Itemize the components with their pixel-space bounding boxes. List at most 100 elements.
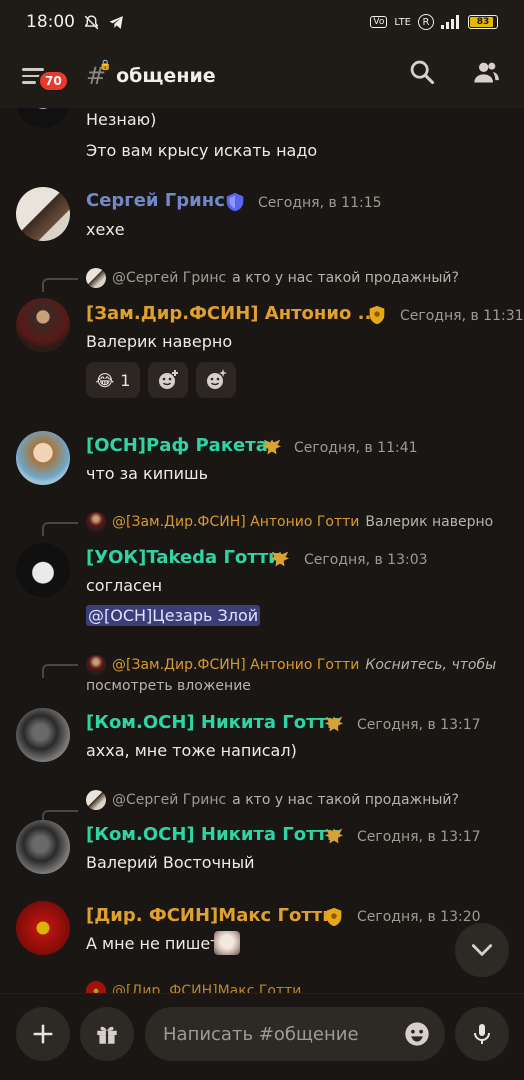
jump-to-bottom-button[interactable] <box>455 923 509 977</box>
timestamp: Сегодня, в 13:03 <box>304 552 428 568</box>
reply-text: а кто у нас такой продажный? <box>232 270 459 286</box>
timestamp: Сегодня, в 13:17 <box>357 829 481 845</box>
gift-button[interactable] <box>80 1007 134 1061</box>
message-text: Валерик наверно <box>86 332 233 351</box>
channel-header: 70 # 🔒 общение <box>0 44 524 108</box>
hash-lock-icon: # 🔒 <box>86 60 112 90</box>
sticker-emoji[interactable] <box>214 931 240 955</box>
username[interactable]: [Ком.ОСН] Никита Готти <box>86 824 340 845</box>
status-icons: Vo LTE R 83 <box>370 14 498 30</box>
emoji-icon[interactable] <box>403 1020 431 1048</box>
unread-badge: 70 <box>38 70 69 92</box>
timestamp: Сегодня, в 11:41 <box>294 440 418 456</box>
telegram-icon <box>109 15 123 29</box>
reply-avatar <box>86 790 106 810</box>
timestamp: Сегодня, в 13:20 <box>357 909 481 925</box>
voice-message-button[interactable] <box>455 1007 509 1061</box>
message-text: Незнаю) <box>86 110 157 129</box>
reaction-chip[interactable]: 😂 1 <box>86 362 140 398</box>
avatar[interactable] <box>16 708 70 762</box>
eagle-role-icon <box>262 439 282 455</box>
reply-preview[interactable]: @[Зам.Дир.ФСИН] Антонио Готти Валерик на… <box>86 512 493 532</box>
gift-icon <box>97 1026 117 1044</box>
message-text: хехе <box>86 220 125 239</box>
status-bar: 18:00 Vo LTE R 83 <box>0 0 524 44</box>
reply-avatar <box>86 512 106 532</box>
reply-avatar <box>86 981 106 993</box>
menu-button[interactable]: 70 <box>22 56 69 96</box>
reply-author: @[Дир. ФСИН]Макс Готти <box>112 983 302 993</box>
timestamp: Сегодня, в 13:17 <box>357 717 481 733</box>
battery-level: 83 <box>476 17 490 27</box>
composer-bar <box>0 993 524 1080</box>
message-text: ахха, мне тоже написал) <box>86 741 297 760</box>
message-text: Это вам крысу искать надо <box>86 141 318 160</box>
reply-preview[interactable]: @Сергей Гринс а кто у нас такой продажны… <box>86 268 459 288</box>
reaction-count: 1 <box>120 370 131 390</box>
volte-icon: Vo <box>370 16 388 28</box>
user-mention[interactable]: @[ОСН]Цезарь Злой <box>86 605 261 626</box>
chevron-down-icon <box>471 944 493 956</box>
reply-text: Коснитесь, чтобы <box>365 657 497 673</box>
reply-connector <box>42 278 78 292</box>
reply-text: а кто у нас такой продажный? <box>232 792 459 808</box>
reply-author: @[Зам.Дир.ФСИН] Антонио Готти <box>112 514 360 530</box>
police-badge-icon <box>326 907 342 927</box>
message-text: А мне не пишет <box>86 934 220 953</box>
reply-text: Валерик наверно <box>365 514 494 530</box>
message-text: согласен <box>86 576 163 595</box>
plus-icon <box>33 1024 53 1044</box>
reply-author: @[Зам.Дир.ФСИН] Антонио Готти <box>112 657 360 673</box>
avatar[interactable] <box>16 298 70 352</box>
avatar[interactable] <box>16 431 70 485</box>
members-icon[interactable] <box>472 58 500 86</box>
username[interactable]: [ОСН]Раф Ракета <box>86 435 268 456</box>
reply-connector <box>42 522 78 536</box>
add-reaction-button[interactable] <box>148 362 188 398</box>
add-super-reaction-button[interactable] <box>196 362 236 398</box>
microphone-icon <box>474 1024 490 1044</box>
reply-preview[interactable]: @[Дир. ФСИН]Макс Готти <box>86 981 301 993</box>
reply-author: @Сергей Гринс <box>112 792 227 808</box>
eagle-role-icon <box>324 716 344 732</box>
message-list[interactable]: Незнаю) Это вам крысу искать надо Сергей… <box>0 108 524 993</box>
clock-text: 18:00 <box>26 12 75 32</box>
avatar[interactable] <box>16 901 70 955</box>
message-text: Валерий Восточный <box>86 853 255 872</box>
reaction-emoji: 😂 <box>95 370 115 390</box>
username[interactable]: [Зам.Дир.ФСИН] Антонио ... <box>86 303 378 324</box>
reply-preview[interactable]: @[Зам.Дир.ФСИН] Антонио Готти Коснитесь,… <box>86 655 496 675</box>
reply-author: @Сергей Гринс <box>112 270 227 286</box>
message-input[interactable] <box>163 1023 393 1045</box>
avatar[interactable] <box>16 820 70 874</box>
username[interactable]: Сергей Гринс <box>86 190 225 211</box>
eagle-role-icon <box>324 828 344 844</box>
timestamp: Сегодня, в 11:15 <box>258 195 382 211</box>
channel-title[interactable]: общение <box>116 65 216 87</box>
reply-connector <box>42 664 78 678</box>
reply-preview[interactable]: @Сергей Гринс а кто у нас такой продажны… <box>86 790 459 810</box>
avatar[interactable] <box>16 543 70 597</box>
battery-icon: 83 <box>468 15 498 29</box>
username[interactable]: [Ком.ОСН] Никита Готти <box>86 712 340 733</box>
avatar[interactable] <box>16 187 70 241</box>
username[interactable]: [УОК]Takeda Готти <box>86 547 281 568</box>
mute-bell-icon <box>84 14 99 29</box>
timestamp: Сегодня, в 11:31 <box>400 308 524 324</box>
add-super-reaction-icon <box>207 369 227 389</box>
avatar[interactable] <box>16 108 70 128</box>
reply-text-continued: посмотреть вложение <box>86 678 251 694</box>
shield-icon <box>226 192 244 212</box>
search-icon[interactable] <box>408 58 436 86</box>
police-badge-icon <box>369 305 385 325</box>
eagle-role-icon <box>270 551 290 567</box>
lte-icon: LTE <box>394 16 411 28</box>
message-input-container[interactable] <box>145 1007 445 1061</box>
reactions-bar: 😂 1 <box>86 362 236 398</box>
attach-button[interactable] <box>16 1007 70 1061</box>
reply-avatar <box>86 655 106 675</box>
reply-avatar <box>86 268 106 288</box>
message-text: что за кипишь <box>86 464 209 483</box>
signal-icon <box>441 15 459 29</box>
username[interactable]: [Дир. ФСИН]Макс Готти <box>86 905 335 926</box>
